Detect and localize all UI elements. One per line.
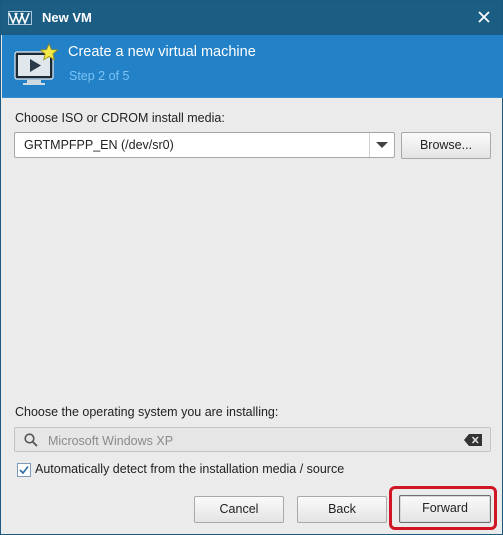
os-label: Choose the operating system you are inst… bbox=[15, 405, 279, 419]
browse-button[interactable]: Browse... bbox=[401, 132, 491, 159]
title-bar[interactable]: New VM bbox=[1, 1, 502, 35]
new-vm-window: New VM Create a new virtual machine Step… bbox=[0, 0, 503, 535]
autodetect-checkbox[interactable] bbox=[17, 463, 31, 477]
back-button[interactable]: Back bbox=[297, 496, 387, 523]
autodetect-label[interactable]: Automatically detect from the installati… bbox=[35, 462, 344, 476]
window-title: New VM bbox=[42, 10, 92, 25]
wizard-title: Create a new virtual machine bbox=[68, 44, 256, 60]
vm-monitor-star-icon bbox=[14, 43, 59, 85]
virt-manager-logo-icon bbox=[8, 11, 32, 25]
checkmark-icon bbox=[19, 466, 29, 475]
cancel-button[interactable]: Cancel bbox=[194, 496, 284, 523]
close-icon[interactable] bbox=[476, 9, 492, 25]
install-media-combobox[interactable]: GRTMPFPP_EN (/dev/sr0) bbox=[14, 132, 395, 158]
wizard-step: Step 2 of 5 bbox=[69, 69, 130, 83]
wizard-header: Create a new virtual machine Step 2 of 5 bbox=[2, 35, 503, 98]
search-icon bbox=[24, 433, 38, 447]
os-search-field[interactable] bbox=[14, 427, 491, 452]
clear-text-icon[interactable] bbox=[464, 434, 482, 446]
install-media-value: GRTMPFPP_EN (/dev/sr0) bbox=[24, 138, 174, 152]
forward-button[interactable]: Forward bbox=[399, 495, 491, 523]
os-search-input[interactable] bbox=[46, 430, 450, 451]
install-media-label: Choose ISO or CDROM install media: bbox=[15, 111, 225, 125]
chevron-down-icon[interactable] bbox=[369, 133, 394, 157]
